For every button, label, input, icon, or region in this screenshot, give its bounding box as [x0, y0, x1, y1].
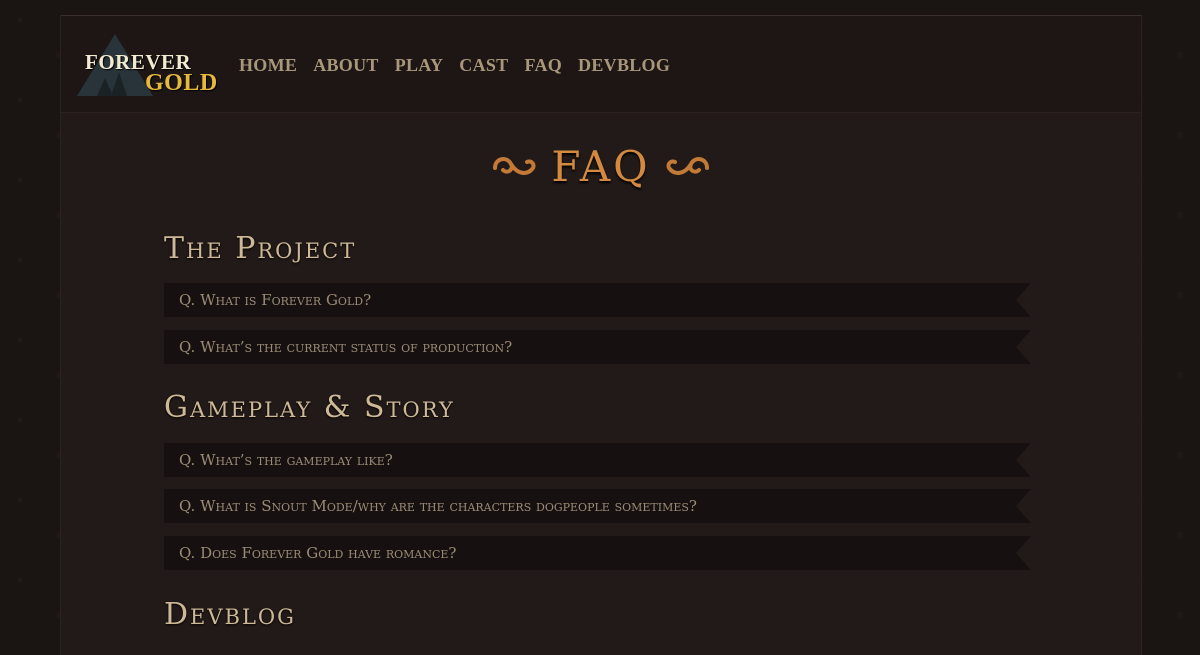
faq-question[interactable]: Q. What’s the gameplay like?: [164, 443, 1031, 477]
faq-question[interactable]: Q. Does Forever Gold have romance?: [164, 536, 1031, 570]
faq-question[interactable]: Q. What’s the current status of producti…: [164, 330, 1031, 364]
nav-devblog[interactable]: DEVBLOG: [578, 55, 670, 76]
nav-home[interactable]: HOME: [239, 55, 297, 76]
nav-faq[interactable]: FAQ: [524, 55, 562, 76]
faq-question-text: Q. What is Snout Mode/why are the charac…: [179, 497, 697, 515]
faq-question-text: Q. What’s the gameplay like?: [179, 451, 393, 469]
nav-cast[interactable]: CAST: [459, 55, 508, 76]
logo-text-gold: GOLD: [145, 70, 218, 96]
site-header: FOREVER GOLD HOME ABOUT PLAY CAST FAQ DE…: [61, 15, 1141, 113]
swirl-ornament-left-icon: [493, 156, 536, 175]
faq-question[interactable]: Q. What is Snout Mode/why are the charac…: [164, 489, 1031, 523]
content-frame: FOREVER GOLD HOME ABOUT PLAY CAST FAQ DE…: [60, 15, 1142, 655]
swirl-ornament-right-icon: [666, 156, 709, 175]
faq-question-text: Q. What is Forever Gold?: [179, 291, 372, 309]
page-title: FAQ: [551, 142, 651, 191]
nav-about[interactable]: ABOUT: [313, 55, 379, 76]
faq-question-text: Q. Does Forever Gold have romance?: [179, 544, 457, 562]
main-nav: HOME ABOUT PLAY CAST FAQ DEVBLOG: [239, 55, 670, 76]
section-heading-devblog: Devblog: [164, 597, 296, 632]
site-logo[interactable]: FOREVER GOLD: [75, 32, 218, 98]
section-heading-project: The Project: [164, 231, 357, 266]
faq-question[interactable]: Q. What is Forever Gold?: [164, 283, 1031, 317]
page-title-row: FAQ: [61, 142, 1141, 191]
faq-question-text: Q. What’s the current status of producti…: [179, 338, 513, 356]
nav-play[interactable]: PLAY: [395, 55, 444, 76]
section-heading-gameplay-story: Gameplay & Story: [164, 390, 455, 425]
